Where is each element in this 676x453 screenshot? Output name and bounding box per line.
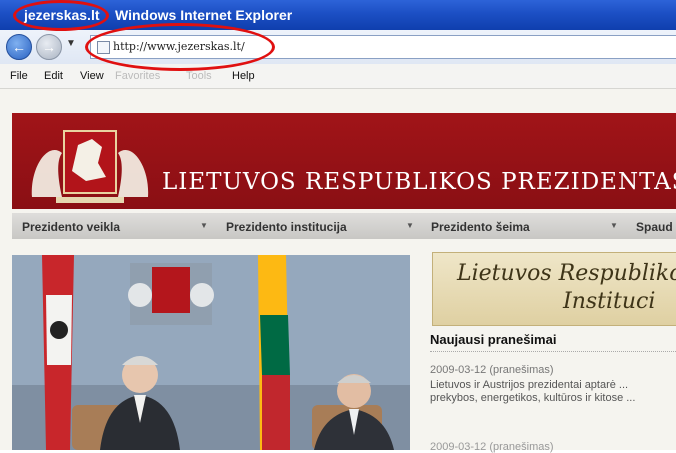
news-date-next: 2009-03-12 (pranešimas)	[430, 441, 554, 453]
nav-item-institucija[interactable]: Prezidento institucija	[226, 220, 347, 234]
menu-file[interactable]: File	[10, 70, 28, 82]
news-summary-link[interactable]: Lietuvos ir Austrijos prezidentai aptarė…	[430, 379, 676, 405]
chevron-down-icon: ▼	[610, 221, 618, 230]
main-navigation: Prezidento veikla ▼ Prezidento instituci…	[12, 213, 676, 239]
logo-text-line2: Instituci	[563, 289, 656, 314]
back-button[interactable]: ←	[6, 34, 32, 60]
nav-item-veikla[interactable]: Prezidento veikla	[22, 220, 120, 234]
menu-edit[interactable]: Edit	[44, 70, 63, 82]
news-date: 2009-03-12 (pranešimas)	[430, 364, 554, 376]
menu-help[interactable]: Help	[232, 70, 255, 82]
nav-item-spauda[interactable]: Spaud	[636, 220, 673, 234]
chevron-down-icon: ▼	[406, 221, 414, 230]
banner-title: LIETUVOS RESPUBLIKOS PREZIDENTAS	[162, 169, 676, 195]
menu-view[interactable]: View	[80, 70, 104, 82]
history-dropdown-icon[interactable]: ▼	[66, 38, 76, 49]
annotation-ellipse-url	[85, 23, 275, 71]
chevron-down-icon: ▼	[200, 221, 208, 230]
arrow-left-icon: ←	[12, 39, 26, 55]
menu-favorites[interactable]: Favorites	[115, 70, 160, 82]
annotation-ellipse-title	[13, 0, 109, 31]
window-app-title: Windows Internet Explorer	[115, 7, 293, 23]
news-heading: Naujausi pranešimai	[430, 332, 557, 347]
forward-button[interactable]: →	[36, 34, 62, 60]
site-banner: LIETUVOS RESPUBLIKOS PREZIDENTAS	[12, 113, 676, 209]
menu-bar: File Edit View Favorites Tools Help	[0, 64, 676, 89]
news-photo-image	[12, 255, 410, 450]
divider	[430, 351, 676, 352]
institution-logo[interactable]: Lietuvos Respubliko Instituci	[432, 252, 676, 326]
news-photo[interactable]	[12, 255, 410, 450]
web-page: LIETUVOS RESPUBLIKOS PREZIDENTAS Prezide…	[0, 89, 676, 453]
coat-of-arms-icon	[31, 130, 149, 203]
nav-item-seima[interactable]: Prezidento šeima	[431, 220, 530, 234]
arrow-right-icon: →	[42, 39, 56, 55]
menu-tools[interactable]: Tools	[186, 70, 212, 82]
logo-text-line1: Lietuvos Respubliko	[457, 261, 676, 286]
